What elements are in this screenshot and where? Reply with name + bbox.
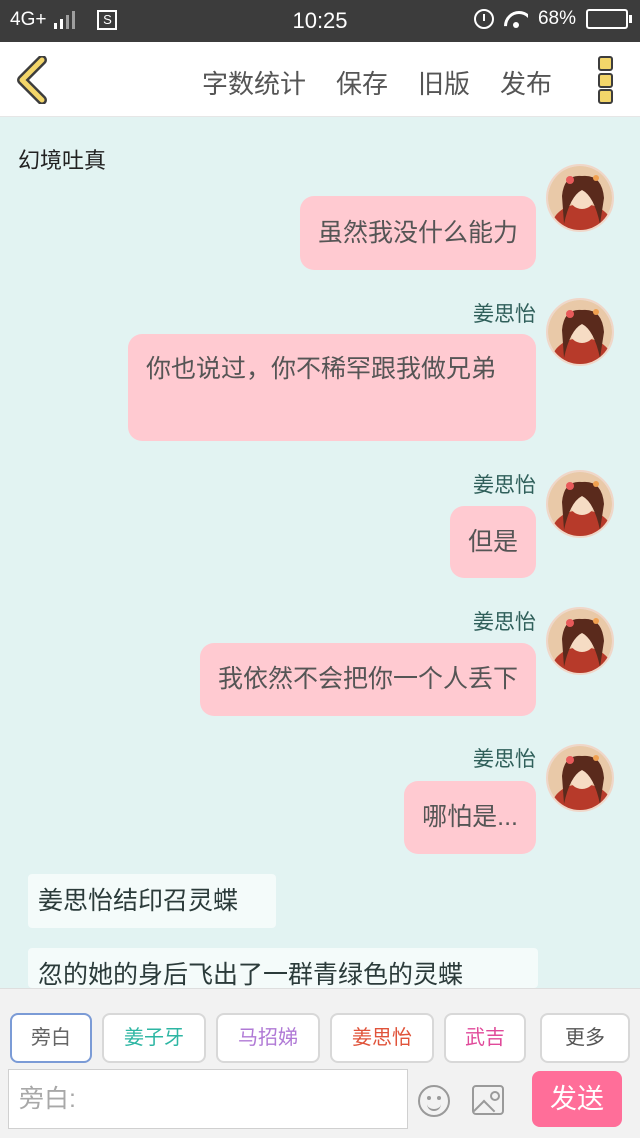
message-sender: 姜思怡 — [473, 611, 536, 634]
message-bubble[interactable]: 虽然我没什么能力 — [299, 196, 536, 270]
narration-text[interactable]: 姜思怡结印召灵蝶 — [28, 874, 276, 928]
message-bubble[interactable]: 我依然不会把你一个人丢下 — [199, 643, 536, 716]
character-chip[interactable]: 武吉 — [444, 1013, 526, 1063]
old-version-button[interactable]: 旧版 — [418, 64, 470, 101]
message-sender: 姜思怡 — [473, 303, 536, 326]
save-button[interactable]: 保存 — [336, 64, 388, 101]
back-arrow-icon[interactable] — [14, 56, 54, 104]
character-chip[interactable]: 姜思怡 — [330, 1013, 434, 1063]
avatar[interactable] — [546, 298, 614, 366]
word-count-button[interactable]: 字数统计 — [202, 64, 306, 101]
message-sender: 姜思怡 — [473, 474, 536, 497]
avatar[interactable] — [546, 607, 614, 675]
message-bubble[interactable]: 哪怕是... — [404, 781, 536, 854]
battery-percent: 68% — [537, 8, 576, 29]
alarm-icon — [473, 9, 494, 29]
character-selector: 旁白 姜子牙 马招娣 姜思怡 武吉 — [10, 1013, 526, 1063]
character-chip-narrator[interactable]: 旁白 — [10, 1013, 92, 1063]
wifi-icon — [504, 9, 528, 29]
image-icon[interactable] — [472, 1085, 504, 1115]
status-right: 68% — [473, 8, 632, 30]
message-bubble[interactable]: 但是 — [449, 506, 536, 578]
more-characters-button[interactable]: 更多 — [540, 1013, 630, 1063]
input-panel: 旁白 姜子牙 马招娣 姜思怡 武吉 更多 旁白: 发送 — [0, 988, 640, 1138]
toolbar-actions: 字数统计 保存 旧版 发布 — [202, 64, 552, 101]
message-sender: 姜思怡 — [473, 748, 536, 771]
status-bar: 4G+ S 10:25 68% — [0, 0, 640, 42]
more-menu-icon[interactable] — [598, 56, 614, 104]
publish-button[interactable]: 发布 — [500, 64, 552, 101]
message-input[interactable]: 旁白: — [8, 1069, 408, 1129]
story-title: 幻境吐真 — [18, 148, 107, 173]
character-chip[interactable]: 马招娣 — [216, 1013, 320, 1063]
avatar[interactable] — [546, 470, 614, 538]
battery-icon — [586, 9, 632, 29]
editor-toolbar: 字数统计 保存 旧版 发布 — [0, 42, 640, 117]
emoji-icon[interactable] — [418, 1085, 450, 1117]
send-button[interactable]: 发送 — [532, 1071, 622, 1127]
message-bubble[interactable]: 你也说过，你不稀罕跟我做兄弟 — [128, 334, 536, 441]
narration-text[interactable]: 忽的她的身后飞出了一群青绿色的灵蝶 — [28, 948, 538, 988]
avatar[interactable] — [546, 164, 614, 232]
avatar[interactable] — [546, 744, 614, 812]
character-chip[interactable]: 姜子牙 — [102, 1013, 206, 1063]
